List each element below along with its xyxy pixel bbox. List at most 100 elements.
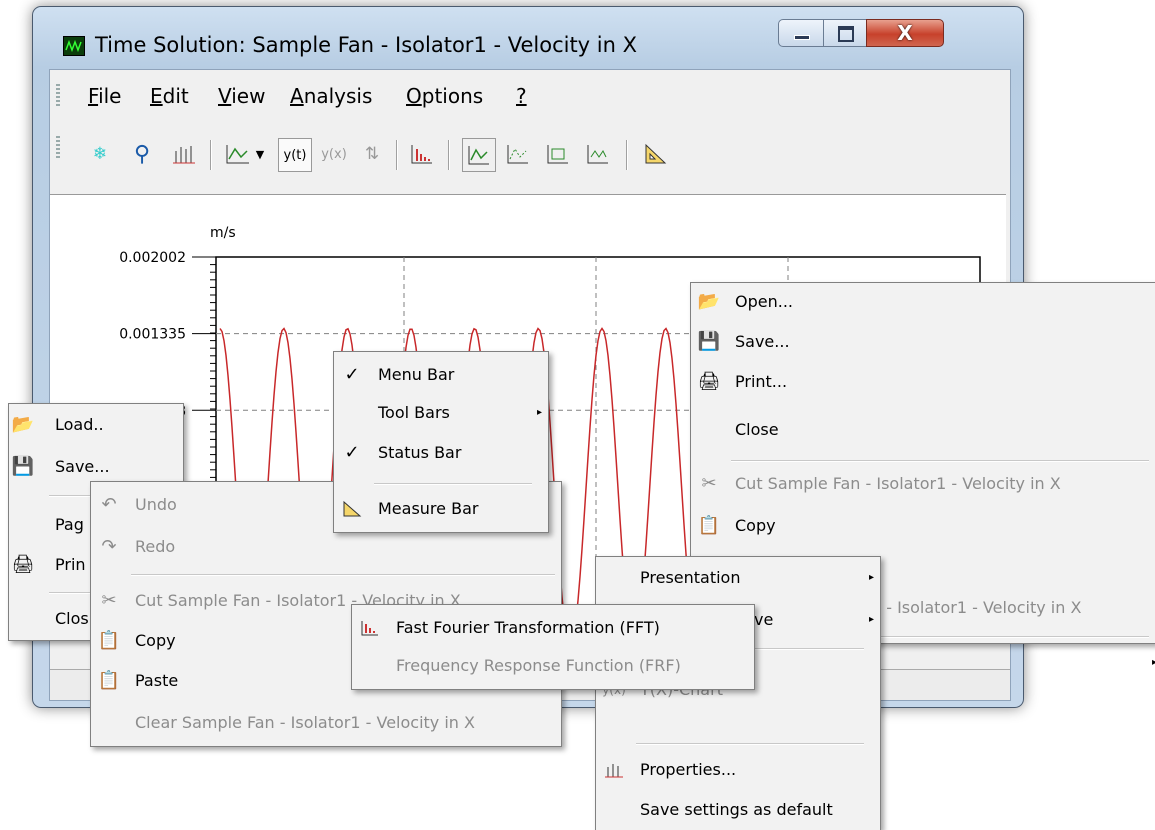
menu-file-label: ile [98,84,122,108]
menu-item-label: Paste [135,671,179,690]
menu-edit[interactable]: Edit [150,84,189,108]
band-chart-icon[interactable] [582,138,614,170]
menu-item-label: Copy [735,516,776,535]
toolbar: ❄ ⚲ ▼ y(t) y(x) ⇅ [50,130,1010,180]
maximize-button[interactable] [823,19,867,47]
menu-separator [636,743,864,745]
snowflake-icon[interactable]: ❄ [84,138,116,170]
y-axis-unit: m/s [210,225,236,241]
fft-icon[interactable] [406,138,438,170]
view-menu: ✓ Menu Bar Tool Bars ▸ ✓ Status Bar Measure… [333,351,549,533]
undo-icon: ↶ [101,494,117,515]
menu-item-redo[interactable]: ↷ Redo [91,532,561,562]
menu-item-label: Fast Fourier Transformation (FFT) [396,618,660,637]
options-menu: Presentation▸ ve▸ y(x)Y(X)-Chart Propert… [595,556,881,830]
menu-item-label: Presentation [640,568,741,587]
menu-item-label: Clos [55,609,89,628]
menu-item-close[interactable]: Close [691,415,1155,445]
yx-chart-icon[interactable]: y(x) [318,138,350,170]
envelope-chart-icon[interactable] [542,138,574,170]
menu-item-properties[interactable]: Properties... [596,755,880,785]
menu-item-frf[interactable]: Frequency Response Function (FRF) [352,651,754,681]
line-chart-icon[interactable] [462,138,496,172]
toolbar-separator [626,140,628,170]
menu-item-label: Print... [735,372,788,391]
menu-view[interactable]: View [218,84,265,108]
menu-item-copy[interactable]: 📋 Copy [691,511,1155,541]
menu-item-label: Redo [135,537,176,556]
menu-separator [374,483,532,485]
toolbar-separator [448,140,450,170]
menu-analysis-label: nalysis [303,84,373,108]
menu-item-save-settings[interactable]: Save settings as default [596,795,880,825]
cut-icon: ✂ [701,473,717,494]
properties-icon[interactable] [168,138,200,170]
menu-bar: File Edit View Analysis Options ? [50,78,1010,112]
toolbar-grip[interactable] [56,136,60,160]
menu-item-label: Properties... [640,760,737,779]
dropdown-arrow-icon[interactable]: ▼ [250,138,270,170]
title-bar[interactable]: Time Solution: Sample Fan - Isolator1 - … [33,7,1023,69]
menu-item-label: Undo [135,495,177,514]
menu-item-label: Tool Bars [378,403,450,422]
redo-icon: ↷ [101,536,117,557]
zoom-icon[interactable]: ⚲ [126,138,158,170]
y-tick-label: 0.001335 [119,327,186,343]
menu-item-save[interactable]: 💾 Save... [691,327,1155,357]
menu-item-load[interactable]: 📂 Load.. [9,410,183,440]
menu-item-open[interactable]: 📂 Open... [691,287,1155,317]
toolbar-separator [210,140,212,170]
menu-item-label: ve [754,610,774,629]
menu-item-label: Save settings as default [640,800,833,819]
menu-item-fft[interactable]: Fast Fourier Transformation (FFT) [352,613,754,643]
menu-item-label: n - Isolator1 - Velocity in X [871,598,1082,617]
close-button[interactable]: X [866,19,944,47]
menu-separator [131,574,555,576]
menu-analysis[interactable]: Analysis [290,84,372,108]
menu-item-tool-bars[interactable]: Tool Bars ▸ [334,398,548,428]
menu-options[interactable]: Options [406,84,483,108]
menu-item-label: Save... [735,332,790,351]
floppy-icon: 💾 [697,331,721,352]
measure-triangle-icon[interactable] [640,138,672,170]
menu-item-menu-bar[interactable]: ✓ Menu Bar [334,360,548,390]
properties-icon [602,755,626,785]
menu-item-label: Open... [735,292,793,311]
menu-item-presentation[interactable]: Presentation ▸ [596,563,880,593]
menu-item-measure-bar[interactable]: Measure Bar [334,494,548,524]
menu-options-label: ptions [421,84,484,108]
printer-icon: 🖨 [11,554,35,575]
dotted-chart-icon[interactable] [502,138,534,170]
menu-item-label: Prin [55,555,86,574]
menubar-grip[interactable] [56,84,60,108]
menu-item-clear[interactable]: Clear Sample Fan - Isolator1 - Velocity … [91,708,561,738]
printer-icon: 🖨 [697,371,721,392]
cut-icon: ✂ [101,590,117,611]
copy-icon: 📋 [697,515,721,536]
swap-axes-icon[interactable]: ⇅ [356,138,388,170]
menu-item-save[interactable]: 💾 Save... [9,452,183,482]
menu-item-status-bar[interactable]: ✓ Status Bar [334,438,548,468]
close-icon: X [897,21,913,45]
copy-icon: 📋 [97,630,121,651]
toolbar-separator [396,140,398,170]
submenu-arrow-icon: ▸ [868,614,874,625]
floppy-icon: 💾 [11,456,35,477]
menu-item-cut[interactable]: ✂ Cut Sample Fan - Isolator1 - Velocity i… [691,469,1155,499]
menu-help-label: ? [516,84,527,108]
menu-help[interactable]: ? [516,84,527,108]
app-icon [63,36,85,56]
menu-item-label: Frequency Response Function (FRF) [396,656,681,675]
paste-icon: 📋 [97,670,121,691]
analysis-menu: Fast Fourier Transformation (FFT) Freque… [351,604,755,690]
menu-separator [731,460,1149,462]
yt-chart-icon[interactable]: y(t) [278,138,312,172]
menu-file[interactable]: File [88,84,121,108]
minimize-button[interactable] [778,19,824,47]
menu-item-label: Clear Sample Fan - Isolator1 - Velocity … [135,713,475,732]
open-folder-icon: 📂 [11,414,35,435]
menu-item-label: Copy [135,631,176,650]
menu-view-label: iew [231,84,266,108]
window-title: Time Solution: Sample Fan - Isolator1 - … [95,33,637,57]
menu-item-print[interactable]: 🖨 Print... [691,367,1155,397]
